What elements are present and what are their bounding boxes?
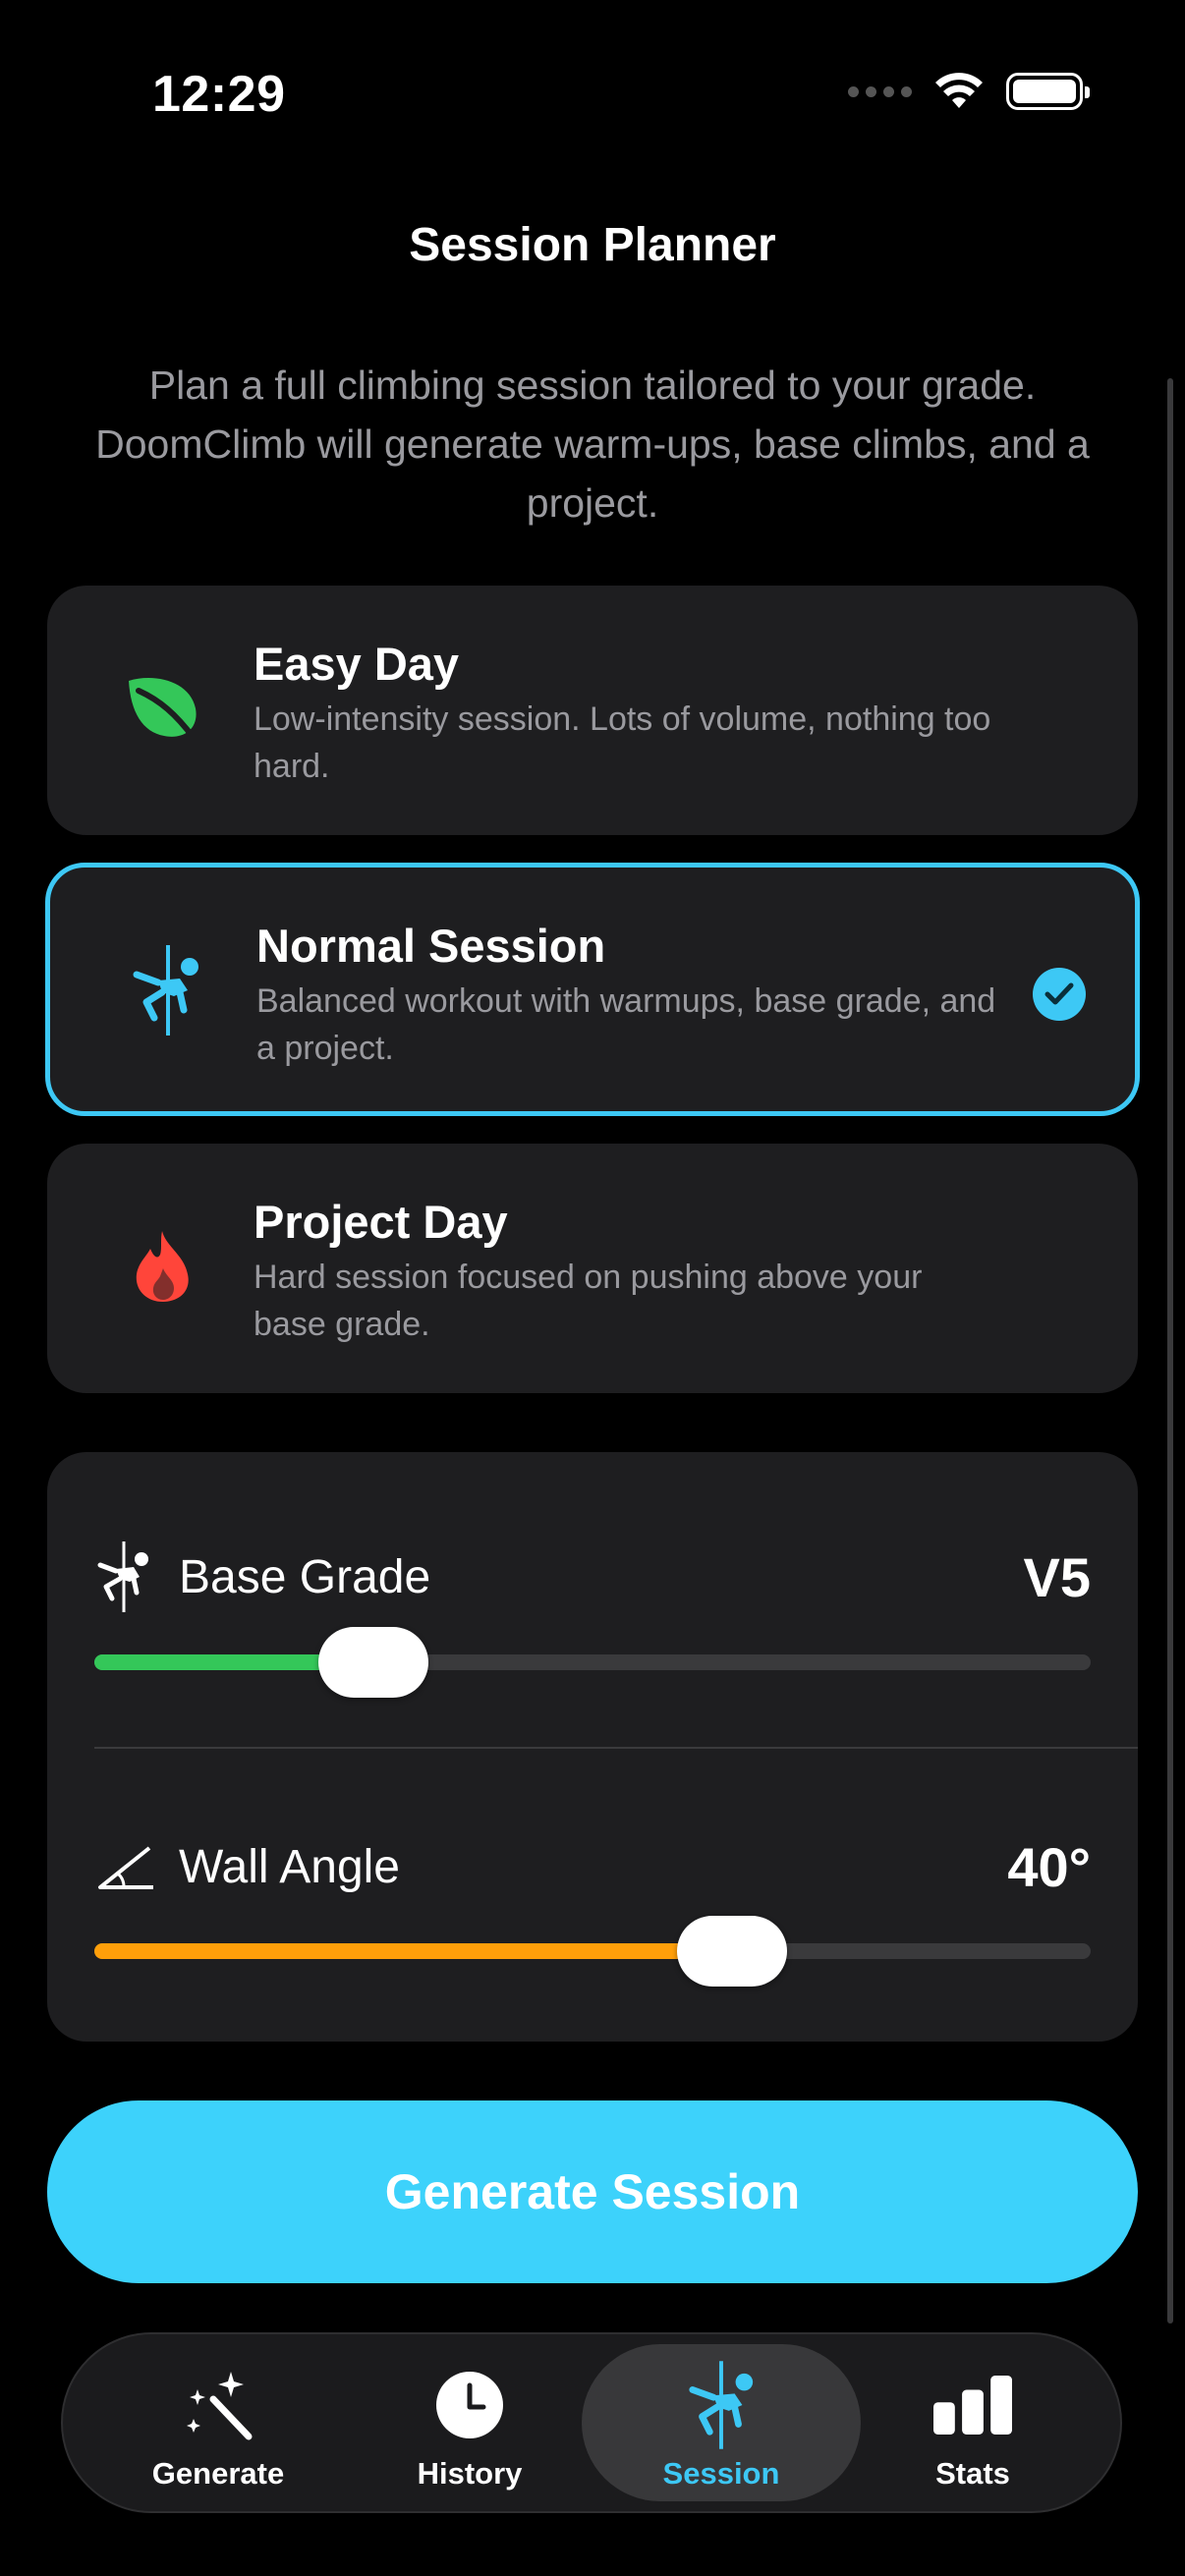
scroll-indicator[interactable] — [1167, 378, 1173, 2324]
tab-label: Stats — [935, 2456, 1010, 2491]
wall-angle-slider[interactable] — [94, 1916, 1091, 1987]
checkmark-icon — [1033, 968, 1086, 1021]
session-type-normal-session[interactable]: Normal Session Balanced workout with war… — [45, 863, 1140, 1116]
cellular-dots-icon — [848, 85, 912, 97]
climber-icon — [117, 941, 215, 1039]
climber-icon — [682, 2361, 761, 2449]
leaf-icon — [114, 659, 212, 757]
tab-label: Session — [662, 2456, 780, 2491]
tab-session[interactable]: Session — [582, 2344, 861, 2501]
wall-angle-header: Wall Angle 40° — [94, 1827, 1091, 1906]
tab-history[interactable]: History — [342, 2344, 597, 2501]
base-grade-slider[interactable] — [94, 1627, 1091, 1698]
base-grade-label: Base Grade — [179, 1550, 431, 1603]
session-type-description: Hard session focused on pushing above yo… — [254, 1259, 923, 1343]
session-settings-panel: Base Grade V5 Wall Angle 40° — [47, 1452, 1138, 2042]
base-grade-value: V5 — [1023, 1545, 1092, 1608]
session-type-title: Project Day — [254, 1196, 508, 1248]
wall-angle-label: Wall Angle — [179, 1840, 400, 1893]
session-type-description: Balanced workout with warmups, base grad… — [256, 982, 996, 1067]
wifi-icon — [935, 73, 983, 108]
session-type-easy-day[interactable]: Easy Day Low-intensity session. Lots of … — [47, 586, 1138, 835]
wall-angle-value: 40° — [1007, 1835, 1091, 1898]
bar-chart-icon — [933, 2366, 1012, 2444]
session-type-title: Normal Session — [256, 920, 606, 972]
battery-icon — [1006, 73, 1090, 110]
angle-icon — [98, 1846, 153, 1889]
page-title: Session Planner — [409, 219, 776, 271]
tab-stats[interactable]: Stats — [845, 2344, 1100, 2501]
generate-session-button[interactable]: Generate Session — [47, 2100, 1138, 2283]
climber-icon — [97, 1541, 148, 1612]
intro-text: Plan a full climbing session tailored to… — [95, 363, 1090, 526]
clock-icon — [430, 2366, 509, 2444]
session-type-project-day[interactable]: Project Day Hard session focused on push… — [47, 1144, 1138, 1393]
tab-bar: Generate History Session Stats — [61, 2332, 1122, 2513]
base-grade-slider-thumb[interactable] — [317, 1627, 428, 1698]
flame-icon — [114, 1217, 212, 1316]
tab-label: History — [417, 2456, 523, 2491]
divider — [94, 1747, 1138, 1749]
session-planner-screen: 12:29 Session Planner Plan a full climbi… — [0, 0, 1185, 2576]
session-type-title: Easy Day — [254, 638, 460, 690]
tab-generate[interactable]: Generate — [90, 2344, 346, 2501]
wall-angle-slider-fill — [94, 1943, 732, 1959]
magic-wand-icon — [179, 2366, 257, 2444]
wall-angle-slider-thumb[interactable] — [676, 1916, 787, 1987]
status-time: 12:29 — [152, 66, 286, 123]
status-bar: 12:29 — [0, 0, 1185, 187]
status-icons — [848, 73, 1090, 110]
tab-label: Generate — [151, 2456, 285, 2491]
session-type-description: Low-intensity session. Lots of volume, n… — [254, 700, 991, 785]
base-grade-header: Base Grade V5 — [94, 1538, 1091, 1616]
